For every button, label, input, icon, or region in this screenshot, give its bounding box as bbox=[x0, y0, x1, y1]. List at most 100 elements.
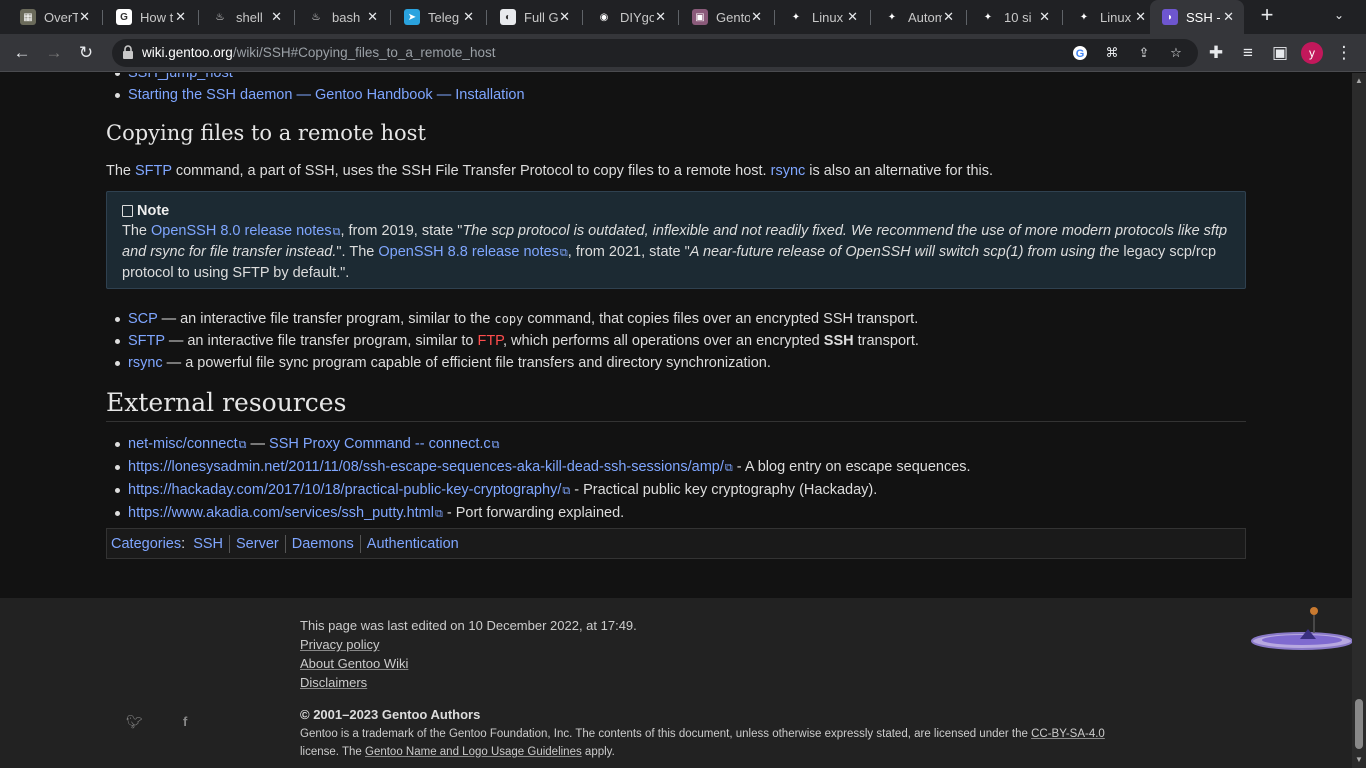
share-icon[interactable]: ⇪ bbox=[1134, 43, 1154, 63]
facebook-icon[interactable]: f bbox=[183, 714, 187, 729]
link-connect-c[interactable]: SSH Proxy Command -- connect.c⧉ bbox=[269, 436, 499, 452]
browser-tab[interactable]: G How t ✕ bbox=[104, 0, 196, 34]
svg-text:G: G bbox=[1076, 48, 1085, 60]
browser-tab[interactable]: ✦ Linux ✕ bbox=[776, 0, 868, 34]
link-ssh-jump-host[interactable]: SSH_jump_host bbox=[128, 73, 233, 81]
scrollbar-thumb[interactable] bbox=[1355, 699, 1363, 749]
bookmark-star-icon[interactable]: ☆ bbox=[1166, 43, 1186, 63]
link-scp[interactable]: SCP bbox=[128, 311, 158, 327]
quote: A near-future release of OpenSSH will sw… bbox=[689, 244, 1120, 260]
text: — an interactive file transfer program, … bbox=[164, 333, 478, 349]
side-panel-icon[interactable]: ▣ bbox=[1268, 41, 1292, 65]
link-starting-ssh-daemon[interactable]: Starting the SSH daemon — Gentoo Handboo… bbox=[128, 87, 525, 103]
tab-close-icon[interactable]: ✕ bbox=[367, 9, 378, 25]
tab-close-icon[interactable]: ✕ bbox=[559, 9, 570, 25]
google-icon[interactable]: G bbox=[1070, 43, 1090, 63]
browser-tab[interactable]: ✦ Linux ✕ bbox=[1064, 0, 1156, 34]
more-menu-icon[interactable]: ⋮ bbox=[1332, 41, 1356, 65]
page-footer: This page was last edited on 10 December… bbox=[0, 598, 1352, 768]
browser-tab[interactable]: ▣ Gento ✕ bbox=[680, 0, 772, 34]
list-item: https://lonesysadmin.net/2011/11/08/ssh-… bbox=[106, 456, 1246, 479]
browser-tab[interactable]: ✦ Autom ✕ bbox=[872, 0, 964, 34]
link-rsync[interactable]: rsync bbox=[771, 163, 806, 179]
tab-title: 10 si bbox=[1004, 9, 1032, 25]
translate-icon[interactable]: ⌘ bbox=[1102, 43, 1122, 63]
link-sftp[interactable]: SFTP bbox=[135, 163, 172, 179]
tools-list: SCP — an interactive file transfer progr… bbox=[106, 308, 1246, 374]
text: The bbox=[122, 223, 152, 239]
browser-tab[interactable]: ◗ SSH - ✕ bbox=[1150, 0, 1244, 34]
text: : bbox=[181, 535, 186, 552]
tab-close-icon[interactable]: ✕ bbox=[271, 9, 282, 25]
link-hackaday[interactable]: https://hackaday.com/2017/10/18/practica… bbox=[128, 482, 570, 498]
link-openssh-80-notes[interactable]: OpenSSH 8.0 release notes⧉ bbox=[151, 223, 340, 239]
browser-tab[interactable]: ◐ Full G ✕ bbox=[488, 0, 580, 34]
link-text[interactable]: About Gentoo Wiki bbox=[300, 656, 408, 671]
link-text[interactable]: Privacy policy bbox=[300, 637, 379, 652]
media-queue-icon[interactable]: ≡ bbox=[1236, 41, 1260, 65]
vertical-scrollbar[interactable]: ▲ ▼ bbox=[1352, 73, 1366, 768]
tab-close-icon[interactable]: ✕ bbox=[943, 9, 954, 25]
link-lonesysadmin[interactable]: https://lonesysadmin.net/2011/11/08/ssh-… bbox=[128, 459, 733, 475]
browser-tab[interactable]: ➤ Teleg ✕ bbox=[392, 0, 484, 34]
text: license. The bbox=[300, 746, 365, 758]
tab-search-chevron-down-icon[interactable]: ⌄ bbox=[1334, 8, 1344, 22]
category-server[interactable]: Server bbox=[236, 536, 279, 552]
category-ssh[interactable]: SSH bbox=[193, 536, 223, 552]
tab-favicon-icon: ▣ bbox=[692, 9, 708, 25]
categories-label[interactable]: Categories bbox=[111, 536, 181, 552]
forward-arrow-icon[interactable]: → bbox=[42, 41, 66, 65]
tab-close-icon[interactable]: ✕ bbox=[751, 9, 762, 25]
link-net-misc-connect[interactable]: net-misc/connect⧉ bbox=[128, 436, 246, 452]
browser-tab[interactable]: ▦ OverT ✕ bbox=[8, 0, 100, 34]
list-item: https://www.akadia.com/services/ssh_putt… bbox=[106, 502, 1246, 525]
tab-title: Linux bbox=[812, 9, 844, 25]
extensions-puzzle-icon[interactable]: ✚ bbox=[1204, 41, 1228, 65]
tab-close-icon[interactable]: ✕ bbox=[175, 9, 186, 25]
address-bar[interactable]: wiki.gentoo.org/wiki/SSH#Copying_files_t… bbox=[112, 39, 1198, 67]
page-viewport: SSH_jump_host Starting the SSH daemon — … bbox=[0, 73, 1352, 768]
link-sftp[interactable]: SFTP bbox=[128, 333, 165, 349]
browser-tab[interactable]: ◉ DIYgo ✕ bbox=[584, 0, 676, 34]
new-tab-button[interactable]: + bbox=[1256, 4, 1278, 27]
link-akadia[interactable]: https://www.akadia.com/services/ssh_putt… bbox=[128, 505, 443, 521]
footer-link-disclaimers[interactable]: Disclaimers bbox=[300, 675, 367, 690]
tab-favicon-icon: ◐ bbox=[500, 9, 516, 25]
link-openssh-88-notes[interactable]: OpenSSH 8.8 release notes⧉ bbox=[378, 244, 567, 260]
scroll-down-arrow-icon[interactable]: ▼ bbox=[1355, 755, 1363, 764]
back-arrow-icon[interactable]: ← bbox=[10, 41, 34, 65]
tab-close-icon[interactable]: ✕ bbox=[847, 9, 858, 25]
scroll-up-arrow-icon[interactable]: ▲ bbox=[1355, 76, 1363, 85]
tab-close-icon[interactable]: ✕ bbox=[1223, 9, 1234, 25]
tab-separator bbox=[966, 10, 967, 25]
twitter-icon[interactable]: 🐦︎ bbox=[126, 714, 143, 730]
link-guidelines[interactable]: Gentoo Name and Logo Usage Guidelines bbox=[365, 746, 582, 758]
link-ftp-missing[interactable]: FTP bbox=[477, 333, 503, 349]
reload-icon[interactable]: ↻ bbox=[74, 41, 98, 65]
text: , which performs all operations over an … bbox=[503, 333, 824, 349]
browser-tab[interactable]: ♨ shell ✕ bbox=[200, 0, 292, 34]
tab-favicon-icon: ✦ bbox=[788, 9, 804, 25]
link-rsync[interactable]: rsync bbox=[128, 355, 163, 371]
text: — bbox=[246, 436, 270, 452]
text: - A blog entry on escape sequences. bbox=[732, 459, 971, 475]
category-daemons[interactable]: Daemons bbox=[292, 536, 354, 552]
tab-close-icon[interactable]: ✕ bbox=[655, 9, 666, 25]
category-authentication[interactable]: Authentication bbox=[367, 536, 459, 552]
tab-close-icon[interactable]: ✕ bbox=[79, 9, 90, 25]
footer-link-about[interactable]: About Gentoo Wiki bbox=[300, 656, 408, 671]
tab-close-icon[interactable]: ✕ bbox=[1039, 9, 1050, 25]
tab-close-icon[interactable]: ✕ bbox=[1135, 9, 1146, 25]
list-item: SCP — an interactive file transfer progr… bbox=[106, 308, 1246, 330]
text: , from 2021, state " bbox=[567, 244, 690, 260]
link-text[interactable]: Disclaimers bbox=[300, 675, 367, 690]
browser-tab[interactable]: ✦ 10 si ✕ bbox=[968, 0, 1060, 34]
tab-title: bash bbox=[332, 9, 361, 25]
browser-tab[interactable]: ♨ bash ✕ bbox=[296, 0, 388, 34]
tab-title: Full G bbox=[524, 9, 558, 25]
link-license[interactable]: CC-BY-SA-4.0 bbox=[1031, 728, 1105, 740]
tab-favicon-icon: ◗ bbox=[1162, 9, 1178, 25]
footer-link-privacy[interactable]: Privacy policy bbox=[300, 637, 379, 652]
tab-close-icon[interactable]: ✕ bbox=[463, 9, 474, 25]
profile-avatar[interactable]: y bbox=[1301, 42, 1323, 64]
